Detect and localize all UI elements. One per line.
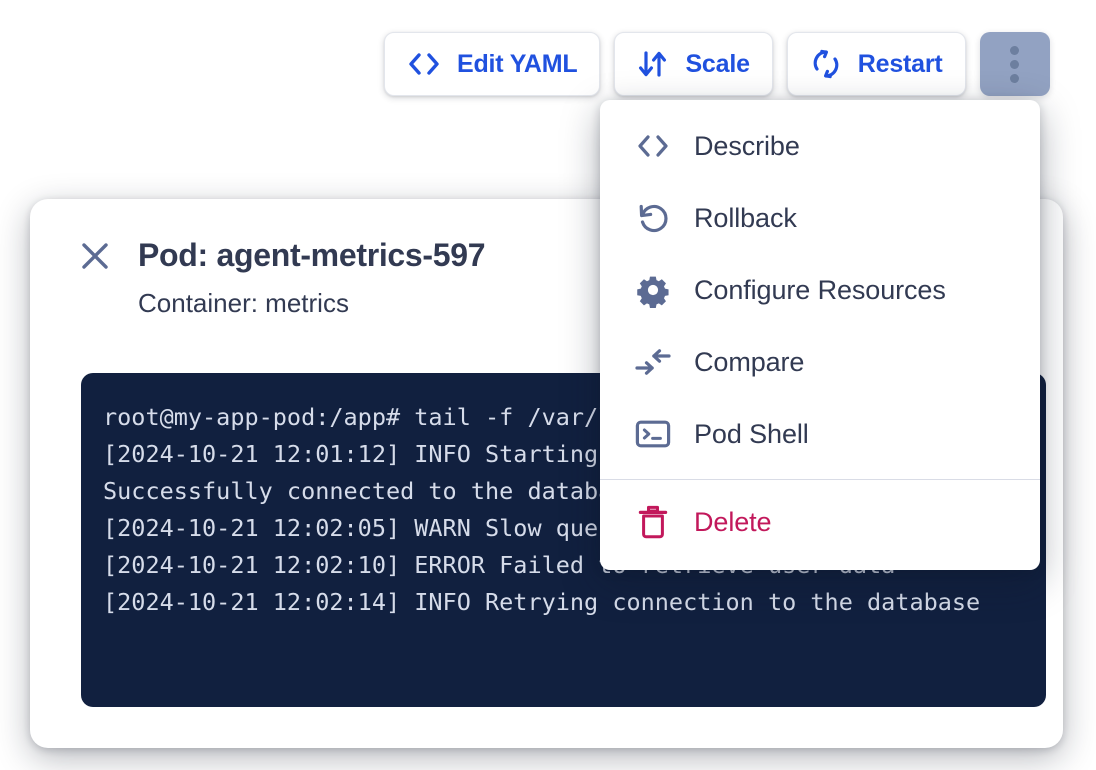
scale-label: Scale bbox=[685, 49, 750, 78]
trash-icon bbox=[634, 503, 672, 541]
menu-item-label: Rollback bbox=[694, 202, 797, 233]
app-stage: Edit YAML Scale Restart Pod: agent-metri… bbox=[0, 0, 1096, 770]
menu-item-label: Delete bbox=[694, 506, 772, 537]
refresh-circular-icon bbox=[810, 48, 842, 80]
restart-button[interactable]: Restart bbox=[786, 32, 966, 96]
more-actions-menu: Describe Rollback Configure Resources Co… bbox=[600, 100, 1040, 570]
close-x-icon[interactable] bbox=[78, 239, 112, 273]
more-actions-button[interactable] bbox=[979, 32, 1050, 96]
code-brackets-icon bbox=[634, 127, 672, 165]
menu-divider bbox=[600, 479, 1040, 480]
edit-yaml-button[interactable]: Edit YAML bbox=[384, 32, 601, 96]
pod-title-row: Pod: agent-metrics-597 bbox=[78, 237, 486, 274]
code-brackets-icon bbox=[407, 51, 441, 77]
menu-item-pod-shell[interactable]: Pod Shell bbox=[600, 398, 1040, 470]
kebab-menu-icon bbox=[1010, 45, 1020, 83]
gear-icon bbox=[634, 271, 672, 309]
restart-label: Restart bbox=[857, 49, 943, 78]
menu-item-label: Configure Resources bbox=[694, 274, 946, 305]
menu-item-delete[interactable]: Delete bbox=[600, 486, 1040, 558]
menu-item-rollback[interactable]: Rollback bbox=[600, 182, 1040, 254]
compare-arrows-icon bbox=[634, 343, 672, 381]
pod-action-toolbar: Edit YAML Scale Restart bbox=[384, 32, 1050, 96]
edit-yaml-label: Edit YAML bbox=[457, 49, 578, 78]
terminal-icon bbox=[634, 415, 672, 453]
undo-rotate-icon bbox=[634, 199, 672, 237]
menu-item-compare[interactable]: Compare bbox=[600, 326, 1040, 398]
menu-item-label: Describe bbox=[694, 130, 800, 161]
container-subtitle: Container: metrics bbox=[138, 288, 349, 318]
terminal-line: [2024-10-21 12:02:14] INFO Retrying conn… bbox=[103, 588, 981, 616]
page-title: Pod: agent-metrics-597 bbox=[138, 237, 486, 273]
menu-item-label: Pod Shell bbox=[694, 418, 809, 449]
menu-item-label: Compare bbox=[694, 346, 805, 377]
menu-item-configure-resources[interactable]: Configure Resources bbox=[600, 254, 1040, 326]
menu-item-describe[interactable]: Describe bbox=[600, 110, 1040, 182]
arrows-up-down-icon bbox=[637, 50, 669, 78]
pod-card-header: Pod: agent-metrics-597 Container: metric… bbox=[30, 199, 486, 319]
scale-button[interactable]: Scale bbox=[614, 32, 773, 96]
